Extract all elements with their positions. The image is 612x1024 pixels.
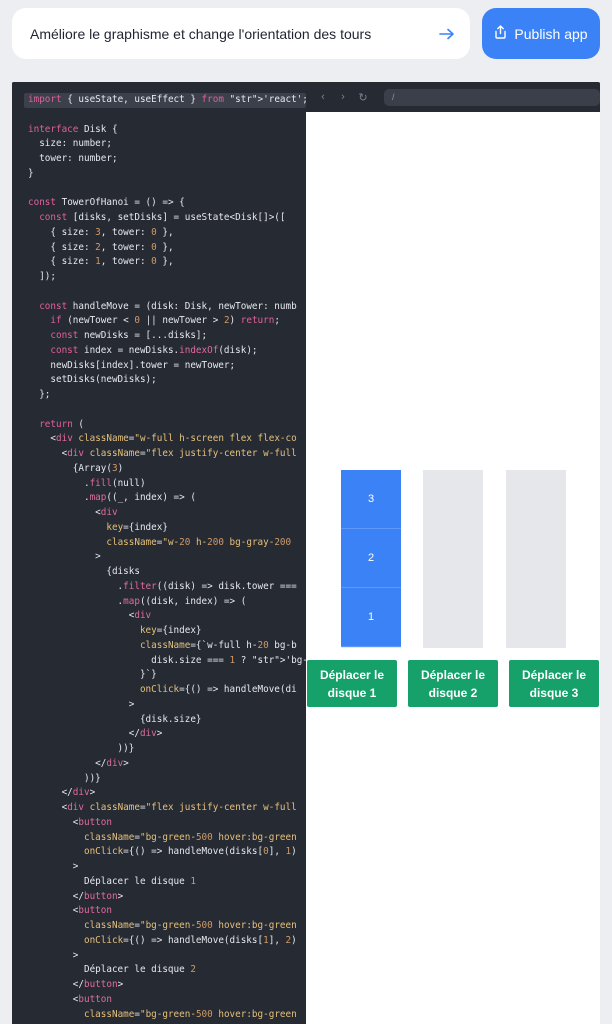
code-line: };: [28, 389, 51, 400]
code-line: const newDisks = [...disks];: [50, 330, 208, 341]
code-line: </button>: [28, 890, 124, 902]
code-line: <div: [28, 507, 118, 518]
code-line: .filter((disk) => disk.tower ===: [28, 580, 297, 592]
code-line: </div>: [28, 757, 129, 769]
code-line: .map((disk, index) => (: [28, 595, 247, 607]
code-line: .fill(null): [28, 477, 146, 489]
code-line: size: number;: [28, 138, 112, 150]
publish-app-label: Publish app: [514, 25, 588, 42]
button-label-line1: Déplacer le: [521, 667, 587, 682]
code-line: {Array(3): [28, 462, 124, 474]
code-line: <button: [28, 993, 112, 1005]
code-line: import { useState, useEffect } from "str…: [24, 93, 306, 108]
code-line: onClick={() => handleMove(disks[0], 1): [83, 846, 297, 858]
app-preview: ‹ › ↻ / 3 2 1 Déplacer le disque 1 Déplac…: [306, 82, 600, 1024]
code-line: >: [28, 551, 101, 563]
code-line: return (: [39, 418, 84, 430]
code-line: {disks: [28, 566, 140, 577]
prompt-input[interactable]: Améliore le graphisme et change l'orient…: [12, 8, 470, 59]
disk-1[interactable]: 1: [341, 588, 401, 647]
tower-3[interactable]: [506, 470, 566, 648]
towers-area: 3 2 1: [306, 470, 600, 648]
code-line: interface Disk {: [28, 123, 118, 135]
prompt-text-main: Améliore le graphisme et change l'orient…: [30, 25, 341, 42]
code-line: className={`w-full h-20 bg-b: [139, 639, 297, 651]
code-line: <button: [28, 905, 112, 917]
button-label-line1: Déplacer le: [319, 667, 385, 682]
disk-3[interactable]: 3: [341, 470, 401, 529]
code-line: <button: [28, 816, 112, 828]
tower-2[interactable]: [423, 470, 483, 648]
code-line: }: [28, 167, 34, 179]
code-line: <div className="flex justify-center w-fu…: [28, 448, 297, 459]
code-line: .map((_, index) => (: [28, 492, 196, 504]
back-icon[interactable]: ‹: [318, 91, 328, 103]
code-line: const handleMove = (disk: Disk, newTower…: [39, 300, 297, 312]
code-line: Déplacer le disque 1: [28, 875, 196, 887]
code-line: if (newTower < 0 || newTower > 2) return…: [50, 315, 280, 327]
code-line: { size: 1, tower: 0 },: [28, 256, 174, 268]
code-line: tower: number;: [28, 153, 118, 164]
share-icon: [494, 25, 507, 42]
code-line: ]);: [28, 271, 56, 282]
code-line: className="w-20 h-200 bg-gray-200: [106, 536, 292, 548]
code-line: </div>: [28, 728, 163, 740]
code-line: </div>: [28, 787, 96, 799]
code-line: Déplacer le disque 2: [28, 964, 196, 976]
move-disk-3-button[interactable]: Déplacer le disque 3: [509, 660, 599, 707]
browser-toolbar: ‹ › ↻ /: [306, 82, 600, 112]
code-line: disk.size === 1 ? "str">'bg-red-: [28, 654, 306, 666]
code-line: >: [28, 861, 79, 872]
code-line: className="bg-green-500 hover:bg-green: [83, 920, 297, 931]
code-line: <div className="flex justify-center w-fu…: [28, 802, 297, 813]
code-line: {disk.size}: [28, 713, 202, 725]
arrow-right-icon[interactable]: [438, 25, 456, 43]
code-line: const index = newDisks.indexOf(disk);: [50, 344, 258, 356]
code-line: key={index}: [106, 521, 168, 533]
code-line: <div className="w-full h-screen flex fle…: [28, 433, 297, 445]
code-line: >: [28, 698, 135, 710]
tower-1[interactable]: 3 2 1: [341, 470, 401, 648]
code-line: ))}: [28, 743, 135, 754]
code-line: key={index}: [139, 625, 202, 636]
code-line: className="bg-green-500 hover:bg-green: [83, 831, 297, 843]
code-line: }`}: [28, 669, 157, 681]
code-line: >: [28, 949, 79, 961]
move-disk-1-button[interactable]: Déplacer le disque 1: [307, 660, 397, 707]
code-editor[interactable]: import { useState, useEffect } from "str…: [12, 82, 306, 1024]
code-line: newDisks[index].tower = newTower;: [28, 359, 236, 371]
code-line: setDisks(newDisks);: [28, 374, 157, 386]
code-line: ))}: [28, 772, 101, 784]
prompt-text-misspelled: tours: [340, 25, 372, 42]
button-label-line1: Déplacer le: [420, 667, 486, 682]
reload-icon[interactable]: ↻: [358, 91, 368, 104]
code-line: const TowerOfHanoi = () => {: [28, 197, 185, 209]
forward-icon[interactable]: ›: [338, 91, 348, 103]
button-label-line2: disque 2: [428, 685, 478, 700]
url-field[interactable]: /: [384, 88, 600, 106]
code-line: onClick={() => handleMove(disks[1], 2): [83, 934, 297, 946]
move-disk-2-button[interactable]: Déplacer le disque 2: [408, 660, 498, 707]
button-label-line2: disque 1: [327, 685, 377, 700]
code-line: const [disks, setDisks] = useState<Disk[…: [39, 212, 286, 223]
code-line: </button>: [28, 979, 124, 990]
code-line: <div: [28, 610, 152, 622]
publish-app-button[interactable]: Publish app: [482, 8, 600, 59]
disk-2[interactable]: 2: [341, 529, 401, 588]
code-line: onClick={() => handleMove(di: [139, 684, 297, 695]
code-line: { size: 2, tower: 0 },: [28, 241, 174, 253]
prompt-text[interactable]: Améliore le graphisme et change l'orient…: [30, 26, 438, 42]
code-line: className="bg-green-500 hover:bg-green: [83, 1008, 297, 1020]
code-line: { size: 3, tower: 0 },: [28, 226, 174, 238]
workspace: import { useState, useEffect } from "str…: [12, 82, 600, 1024]
button-label-line2: disque 3: [529, 685, 579, 700]
